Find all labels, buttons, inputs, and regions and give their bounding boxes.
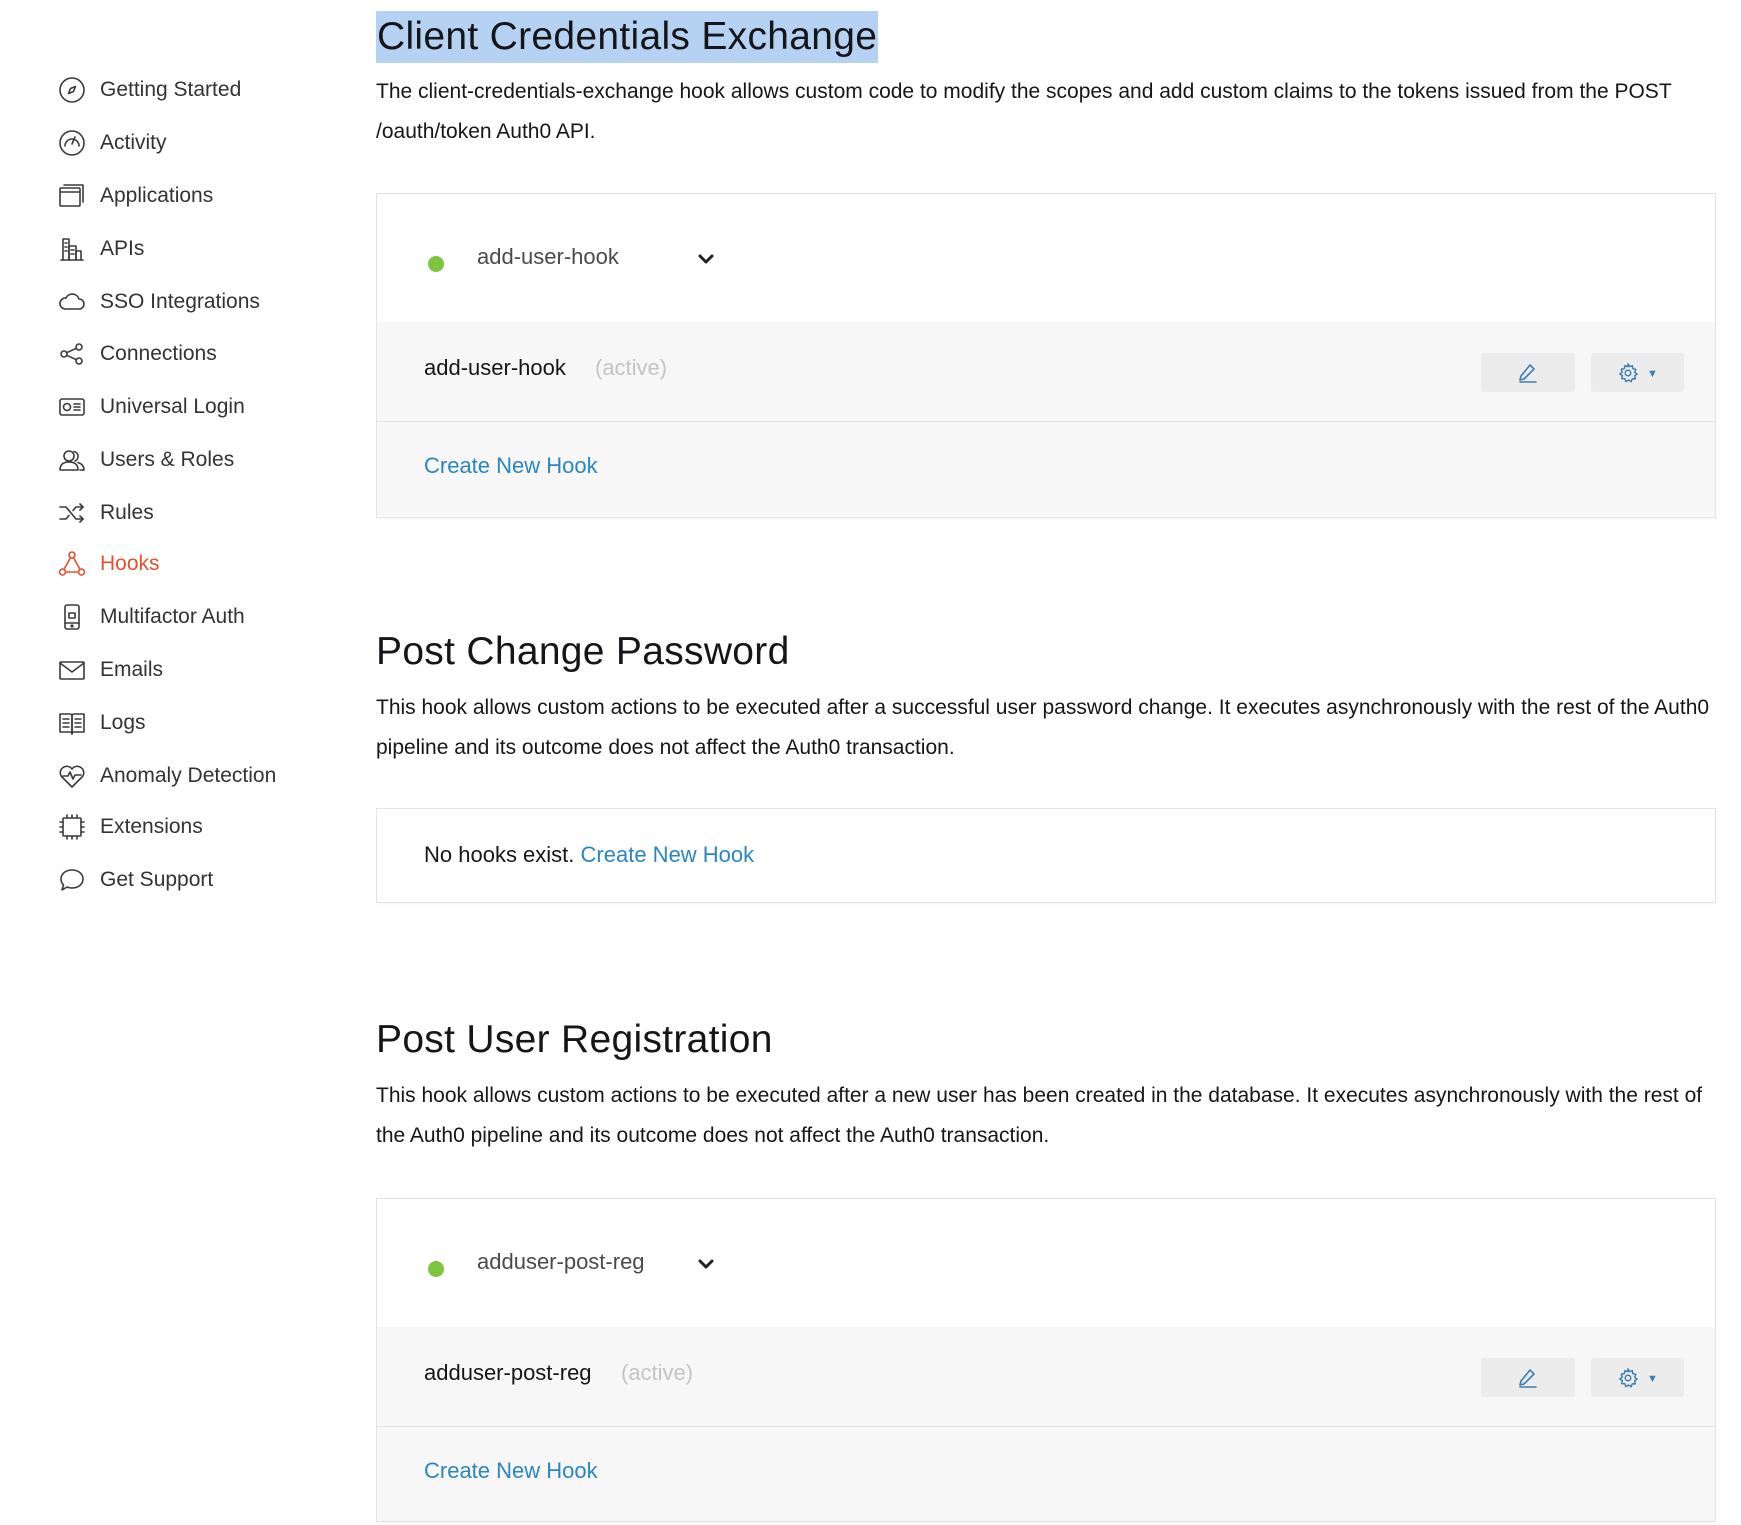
sidebar-item-users-roles[interactable]: Users & Roles — [57, 440, 337, 480]
hook-selector-label: adduser-post-reg — [477, 1249, 645, 1274]
sidebar-item-emails[interactable]: Emails — [57, 650, 337, 690]
sidebar-item-label: Emails — [100, 658, 164, 681]
hooks-icon — [57, 549, 87, 579]
buildings-icon — [57, 234, 87, 264]
card-footer: Create New Hook — [377, 422, 1715, 516]
cloud-icon — [57, 287, 87, 317]
sidebar-item-label: Hooks — [100, 552, 160, 575]
sidebar-item-get-support[interactable]: Get Support — [57, 860, 337, 900]
sidebar-item-apis[interactable]: APIs — [57, 229, 337, 269]
windows-icon — [57, 181, 87, 211]
sidebar-item-label: Logs — [100, 711, 146, 734]
gear-icon — [1619, 1367, 1638, 1387]
chevron-down-icon[interactable] — [695, 248, 717, 270]
status-dot — [428, 256, 444, 272]
sidebar-item-rules[interactable]: Rules — [57, 493, 337, 533]
hook-row: add-user-hook (active) ▼ — [377, 322, 1715, 422]
hook-row: adduser-post-reg (active) ▼ — [377, 1327, 1715, 1427]
empty-state-text: No hooks exist. — [424, 842, 575, 867]
card-footer: Create New Hook — [377, 1427, 1715, 1521]
edit-hook-button[interactable] — [1481, 353, 1575, 392]
sidebar-item-label: Universal Login — [100, 395, 245, 418]
sidebar-item-label: APIs — [100, 237, 145, 260]
login-card-icon — [57, 392, 87, 422]
hooks-card: No hooks exist. Create New Hook — [376, 808, 1716, 903]
hooks-card: adduser-post-reg adduser-post-reg (activ… — [376, 1198, 1716, 1522]
sidebar-item-multifactor-auth[interactable]: Multifactor Auth — [57, 597, 337, 637]
sidebar-item-label: Connections — [100, 342, 217, 365]
sidebar-item-logs[interactable]: Logs — [57, 703, 337, 743]
sidebar-item-label: Activity — [100, 131, 167, 154]
hook-selector-label: add-user-hook — [477, 244, 619, 269]
hook-status: (active) — [621, 1360, 694, 1385]
hook-name: adduser-post-reg — [424, 1360, 592, 1385]
section-title: Client Credentials Exchange — [376, 11, 879, 63]
sidebar-item-label: SSO Integrations — [100, 290, 260, 313]
hook-status: (active) — [595, 355, 668, 380]
pencil-icon — [1519, 1368, 1537, 1388]
section-description: This hook allows custom actions to be ex… — [376, 696, 1710, 759]
compass-icon — [57, 75, 87, 105]
pencil-icon — [1519, 363, 1537, 383]
edit-hook-button[interactable] — [1481, 1358, 1575, 1397]
sidebar-item-connections[interactable]: Connections — [57, 334, 337, 374]
hook-name: add-user-hook — [424, 355, 566, 380]
section-description: The client-credentials-exchange hook all… — [376, 80, 1672, 143]
hook-selector[interactable]: add-user-hook — [377, 194, 1715, 323]
chip-icon — [57, 812, 87, 842]
sidebar-item-activity[interactable]: Activity — [57, 123, 337, 163]
sidebar-item-label: Rules — [100, 501, 154, 524]
sidebar-item-anomaly-detection[interactable]: Anomaly Detection — [57, 756, 337, 796]
section-description: This hook allows custom actions to be ex… — [376, 1084, 1703, 1147]
hook-selector[interactable]: adduser-post-reg — [377, 1199, 1715, 1328]
sidebar-item-label: Multifactor Auth — [100, 605, 245, 628]
hooks-card: add-user-hook add-user-hook (active) ▼ C… — [376, 193, 1716, 518]
section-title: Post Change Password — [376, 630, 790, 673]
sidebar-item-label: Extensions — [100, 815, 203, 838]
sidebar-item-sso-integrations[interactable]: SSO Integrations — [57, 282, 337, 322]
section-title: Post User Registration — [376, 1018, 773, 1061]
status-dot — [428, 1261, 444, 1277]
create-new-hook-link[interactable]: Create New Hook — [424, 453, 598, 479]
sidebar: Getting Started Activity Applications AP… — [0, 0, 340, 1525]
create-new-hook-link[interactable]: Create New Hook — [581, 842, 755, 867]
sidebar-item-label: Users & Roles — [100, 448, 235, 471]
sidebar-item-label: Applications — [100, 184, 214, 207]
sidebar-item-label: Anomaly Detection — [100, 764, 277, 787]
sidebar-item-hooks[interactable]: Hooks — [57, 544, 337, 584]
sidebar-item-label: Get Support — [100, 868, 214, 891]
caret-down-icon: ▼ — [1647, 367, 1658, 380]
chat-bubble-icon — [57, 865, 87, 895]
book-icon — [57, 708, 87, 738]
users-icon — [57, 445, 87, 475]
sidebar-item-extensions[interactable]: Extensions — [57, 807, 337, 847]
empty-state: No hooks exist. Create New Hook — [424, 842, 754, 868]
heart-pulse-icon — [57, 761, 87, 791]
sidebar-item-label: Getting Started — [100, 78, 242, 101]
phone-icon — [57, 602, 87, 632]
caret-down-icon: ▼ — [1647, 1372, 1658, 1385]
hook-settings-button[interactable]: ▼ — [1591, 353, 1684, 392]
shuffle-icon — [57, 498, 87, 528]
gear-icon — [1619, 362, 1638, 382]
sidebar-item-universal-login[interactable]: Universal Login — [57, 387, 337, 427]
create-new-hook-link[interactable]: Create New Hook — [424, 1458, 598, 1484]
sidebar-item-applications[interactable]: Applications — [57, 176, 337, 216]
share-icon — [57, 339, 87, 369]
envelope-icon — [57, 655, 87, 685]
gauge-icon — [57, 128, 87, 158]
hook-settings-button[interactable]: ▼ — [1591, 1358, 1684, 1397]
sidebar-item-getting-started[interactable]: Getting Started — [57, 70, 337, 110]
chevron-down-icon[interactable] — [695, 1253, 717, 1275]
